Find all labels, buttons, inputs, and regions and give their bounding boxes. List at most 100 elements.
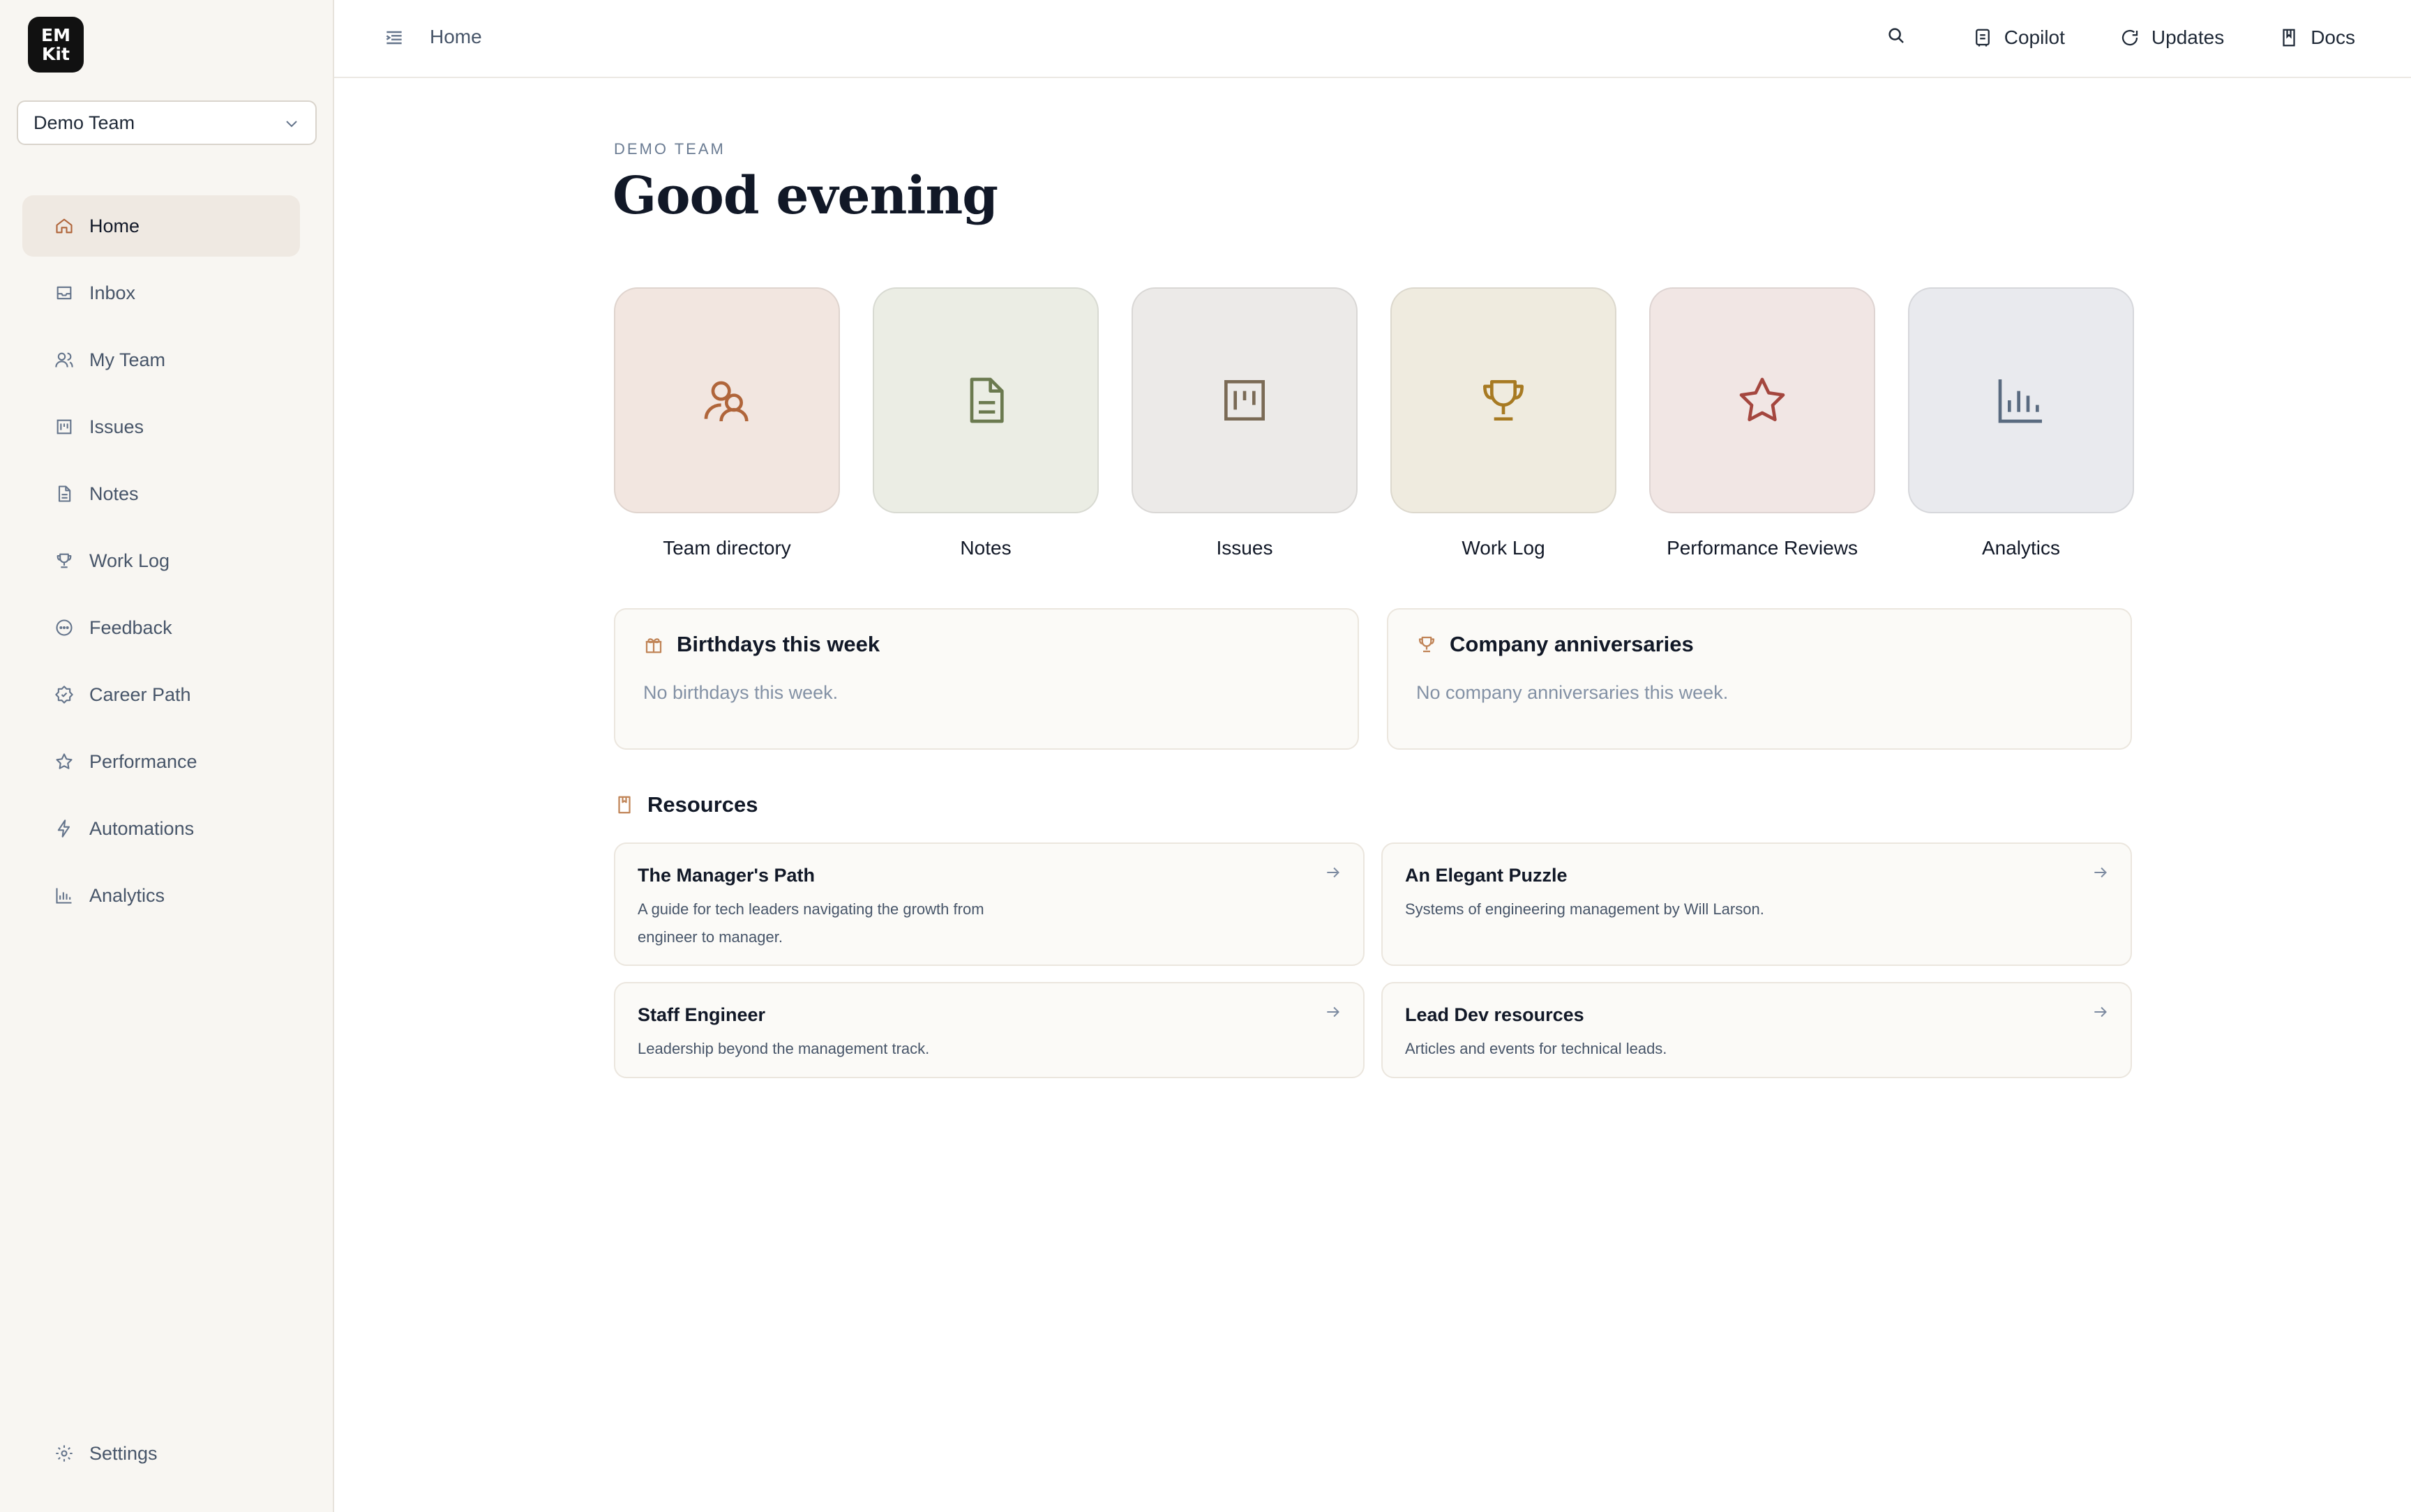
anniversaries-title-row: Company anniversaries [1416, 632, 1694, 657]
resource-card[interactable]: Lead Dev resources Articles and events f… [1381, 982, 2132, 1078]
sidebar: EM Kit Demo Team Home Inbox My Team Issu… [0, 0, 334, 1512]
arrow-right-icon [2094, 867, 2107, 878]
sidebar-item-label: Home [89, 215, 140, 236]
sidebar-item-label: Notes [89, 483, 139, 504]
arrow-right-icon [2094, 1006, 2107, 1018]
copilot-icon [1975, 29, 1990, 47]
resource-description: Leadership beyond the management track. [638, 1040, 930, 1057]
arrow-right-icon [1327, 867, 1339, 878]
birthdays-empty: No birthdays this week. [643, 682, 839, 703]
sidebar-item-label: My Team [89, 349, 166, 370]
tile-box[interactable] [1908, 287, 2134, 513]
tile-label: Work Log [1462, 537, 1545, 559]
trophy-icon [54, 551, 74, 570]
resource-description: A guide for tech leaders navigating the … [638, 900, 984, 946]
tile-label: Notes [960, 537, 1012, 559]
refresh-icon [2121, 29, 2138, 46]
team-select-value: Demo Team [33, 112, 135, 133]
bolt-icon [54, 819, 74, 838]
sidebar-item-analytics[interactable]: Analytics [22, 865, 300, 926]
tile-work-log[interactable]: Work Log [1390, 287, 1616, 559]
resource-card[interactable]: Staff Engineer Leadership beyond the man… [614, 982, 1365, 1078]
kanban-icon [54, 417, 74, 437]
tile-box[interactable] [614, 287, 840, 513]
chart-icon [1998, 379, 2042, 423]
tile-label: Analytics [1981, 537, 2061, 559]
sidebar-item-label: Feedback [89, 617, 172, 638]
team-select[interactable]: Demo Team [17, 100, 317, 145]
copilot-button[interactable]: Copilot [1972, 27, 2065, 49]
resource-card[interactable]: An Elegant Puzzle Systems of engineering… [1381, 842, 2132, 966]
resource-title: Lead Dev resources [1405, 1004, 1584, 1025]
sidebar-toggle-icon[interactable] [383, 27, 405, 49]
sidebar-item-home[interactable]: Home [22, 195, 300, 257]
tile-box[interactable] [1132, 287, 1358, 513]
updates-button[interactable]: Updates [2119, 27, 2224, 49]
tile-box[interactable] [1390, 287, 1616, 513]
sidebar-item-work-log[interactable]: Work Log [22, 530, 300, 591]
search-button[interactable] [1886, 25, 1918, 51]
home-icon [54, 216, 74, 236]
sidebar-item-issues[interactable]: Issues [22, 396, 300, 458]
tile-box[interactable] [873, 287, 1099, 513]
sidebar-item-my-team[interactable]: My Team [22, 329, 300, 391]
resources-title: Resources [647, 792, 758, 817]
tile-performance-reviews[interactable]: Performance Reviews [1649, 287, 1875, 559]
star-icon [1739, 377, 1785, 421]
sidebar-item-label: Career Path [89, 683, 191, 705]
resource-title: An Elegant Puzzle [1405, 865, 1568, 886]
tile-label: Team directory [663, 537, 791, 559]
updates-label: Updates [2151, 27, 2225, 48]
birthdays-title: Birthdays this week [677, 632, 880, 656]
sidebar-item-performance[interactable]: Performance [22, 731, 300, 792]
tile-box[interactable] [1649, 287, 1875, 513]
resources-heading: Resources [614, 792, 758, 817]
settings-area: Settings [22, 1423, 300, 1490]
anniversaries-card: Company anniversaries No company anniver… [1387, 608, 2132, 750]
tile-label: Performance Reviews [1667, 537, 1858, 559]
bookmark-icon [618, 796, 631, 814]
book-icon [2283, 29, 2295, 47]
chevron-down-icon [283, 116, 300, 137]
anniversaries-empty: No company anniversaries this week. [1416, 682, 1729, 703]
sidebar-item-label: Work Log [89, 550, 170, 571]
file-icon [54, 484, 74, 504]
gear-icon [54, 1444, 74, 1463]
tile-notes[interactable]: Notes [873, 287, 1099, 559]
sidebar-item-settings[interactable]: Settings [22, 1423, 300, 1484]
sidebar-item-label: Issues [89, 416, 144, 437]
sidebar-item-automations[interactable]: Automations [22, 798, 300, 859]
logo-line-1: EM [41, 25, 70, 45]
app-logo[interactable]: EM Kit [28, 17, 84, 73]
kanban-icon [1224, 380, 1265, 421]
users-icon [704, 381, 749, 422]
file-icon [970, 377, 1004, 423]
sidebar-item-feedback[interactable]: Feedback [22, 597, 300, 658]
page-title: Good evening [613, 166, 998, 226]
resource-card[interactable]: The Manager's Path A guide for tech lead… [614, 842, 1365, 966]
sidebar-item-inbox[interactable]: Inbox [22, 262, 300, 324]
star-icon [54, 752, 74, 771]
sidebar-item-label: Inbox [89, 282, 136, 303]
sidebar-item-career-path[interactable]: Career Path [22, 664, 300, 725]
tile-team-directory[interactable]: Team directory [614, 287, 840, 559]
resource-title: The Manager's Path [638, 865, 815, 886]
docs-button[interactable]: Docs [2278, 27, 2355, 49]
top-actions: Copilot Updates Docs [1886, 21, 2355, 54]
sidebar-item-label: Automations [89, 817, 195, 839]
chat-icon [54, 618, 74, 637]
resource-description: Systems of engineering management by Wil… [1405, 900, 1764, 918]
copilot-label: Copilot [2004, 27, 2065, 48]
birthdays-card: Birthdays this week No birthdays this we… [614, 608, 1359, 750]
resource-description: Articles and events for technical leads. [1405, 1040, 1667, 1057]
inbox-icon [54, 283, 74, 303]
gift-icon [645, 638, 662, 653]
arrow-right-icon [1327, 1006, 1339, 1018]
sidebar-item-notes[interactable]: Notes [22, 463, 300, 524]
breadcrumb[interactable]: Home [430, 26, 482, 48]
sidebar-item-label: Settings [89, 1442, 158, 1464]
tile-issues[interactable]: Issues [1132, 287, 1358, 559]
resource-title: Staff Engineer [638, 1004, 766, 1025]
sidebar-nav: Home Inbox My Team Issues Notes Work Log… [22, 195, 300, 932]
tile-analytics[interactable]: Analytics [1908, 287, 2134, 559]
